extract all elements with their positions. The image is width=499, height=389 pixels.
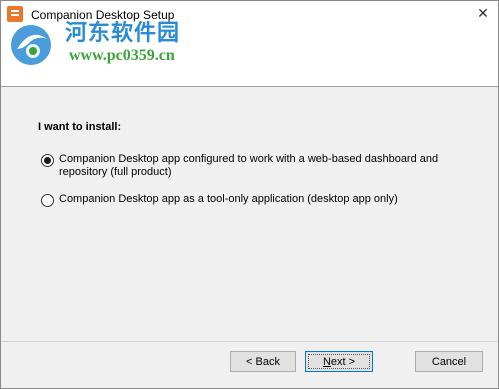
watermark-name: 河东软件园: [65, 20, 181, 46]
next-button[interactable]: Next >: [305, 351, 373, 372]
radio-full-product[interactable]: [41, 154, 54, 167]
install-type-panel: I want to install: Companion Desktop app…: [1, 87, 498, 341]
watermark-logo-icon: [11, 25, 51, 65]
next-button-suffix: ext >: [330, 355, 356, 368]
installer-window: Companion Desktop Setup ✕ 河东软件园 www.pc03…: [0, 0, 499, 389]
cancel-button[interactable]: Cancel: [415, 351, 483, 372]
back-button[interactable]: < Back: [230, 351, 296, 372]
header-banner: 河东软件园 www.pc0359.cn: [1, 20, 498, 86]
close-button[interactable]: ✕: [468, 1, 498, 25]
next-button-mnemonic: N: [322, 355, 331, 368]
option-full-product-label[interactable]: Companion Desktop app configured to work…: [59, 153, 459, 179]
radio-tool-only[interactable]: [41, 194, 54, 207]
option-tool-only-label[interactable]: Companion Desktop app as a tool-only app…: [59, 193, 459, 206]
option-full-product[interactable]: Companion Desktop app configured to work…: [41, 153, 459, 179]
option-tool-only[interactable]: Companion Desktop app as a tool-only app…: [41, 193, 459, 207]
section-label: I want to install:: [38, 121, 122, 133]
footer-divider: [1, 341, 498, 342]
watermark-url: www.pc0359.cn: [69, 47, 175, 64]
